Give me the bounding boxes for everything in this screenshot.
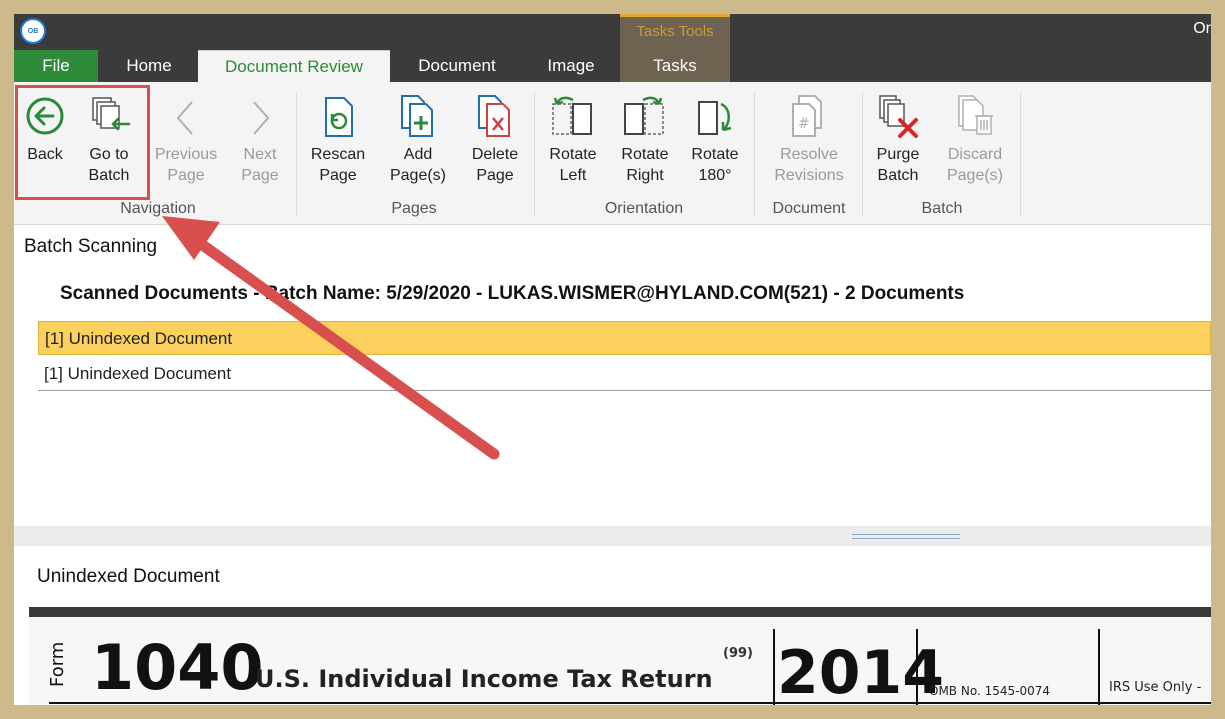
group-separator bbox=[1020, 92, 1021, 216]
chevron-right-icon bbox=[253, 101, 270, 135]
viewer-toolbar-strip bbox=[29, 607, 1211, 617]
next-page-button[interactable]: Next Page bbox=[234, 94, 286, 194]
batch-scanning-title: Batch Scanning bbox=[24, 236, 158, 257]
rotate-left-icon bbox=[552, 96, 592, 135]
rotate-180-button[interactable]: Rotate 180° bbox=[684, 94, 746, 194]
navigation-group-label: Navigation bbox=[120, 200, 196, 217]
form-title: U.S. Individual Income Tax Return bbox=[255, 665, 713, 693]
orientation-group-label: Orientation bbox=[604, 200, 684, 217]
rotate-180-label-1: Rotate bbox=[691, 146, 739, 163]
batch-header: Scanned Documents - Batch Name: 5/29/202… bbox=[60, 283, 965, 304]
title-bar: OB Or Tasks Tools File Home Document Rev… bbox=[14, 14, 1211, 83]
form-1040-image: Form 1040 U.S. Individual Income Tax Ret… bbox=[47, 629, 1211, 705]
tab-file[interactable]: File bbox=[14, 50, 98, 82]
purge-batch-icon bbox=[879, 95, 918, 138]
window-title: Or bbox=[1193, 20, 1211, 37]
document-group-label: Document bbox=[772, 200, 846, 217]
group-separator bbox=[534, 92, 535, 216]
discard-pages-label-2: Page(s) bbox=[946, 167, 1004, 184]
discard-pages-label-1: Discard bbox=[947, 146, 1003, 163]
rotate-180-icon bbox=[698, 101, 732, 135]
highlight-box bbox=[15, 85, 150, 200]
rotate-right-label-2: Right bbox=[626, 167, 664, 184]
discard-pages-icon bbox=[958, 95, 993, 135]
previous-page-label-2: Page bbox=[167, 167, 205, 184]
list-item-label: [1] Unindexed Document bbox=[45, 329, 233, 348]
group-separator bbox=[296, 92, 297, 216]
rotate-right-button[interactable]: Rotate Right bbox=[614, 94, 676, 194]
list-item[interactable]: [1] Unindexed Document bbox=[38, 357, 1211, 391]
resolve-revisions-button[interactable]: # Resolve Revisions bbox=[764, 94, 854, 194]
rescan-page-icon bbox=[325, 97, 353, 137]
form-number: 1040 bbox=[91, 631, 264, 704]
resolve-revisions-label-1: Resolve bbox=[780, 146, 838, 163]
tab-home[interactable]: Home bbox=[104, 50, 194, 82]
purge-batch-label-2: Batch bbox=[877, 167, 919, 184]
purge-batch-label-1: Purge bbox=[876, 146, 920, 163]
purge-batch-button[interactable]: Purge Batch bbox=[870, 94, 926, 194]
delete-page-label-2: Page bbox=[476, 167, 514, 184]
tab-image[interactable]: Image bbox=[524, 50, 618, 82]
rotate-left-label-2: Left bbox=[559, 167, 587, 184]
next-page-label-2: Page bbox=[241, 167, 279, 184]
rotate-right-icon bbox=[624, 96, 664, 135]
tab-tasks[interactable]: Tasks bbox=[620, 50, 730, 82]
ribbon: Back Go to Batch Previous Page Next Page… bbox=[14, 82, 1211, 225]
irs-use-only: IRS Use Only - bbox=[1109, 680, 1202, 695]
add-pages-label-1: Add bbox=[403, 146, 433, 163]
rescan-page-button[interactable]: Rescan Page bbox=[308, 94, 368, 194]
delete-page-icon bbox=[478, 95, 510, 137]
rotate-right-label-1: Rotate bbox=[621, 146, 669, 163]
batch-group-label: Batch bbox=[921, 200, 963, 217]
pages-group-label: Pages bbox=[391, 200, 437, 217]
delete-page-button[interactable]: Delete Page bbox=[462, 94, 528, 194]
viewer-title: Unindexed Document bbox=[37, 566, 220, 587]
splitter-handle[interactable] bbox=[852, 534, 960, 539]
form-code: (99) bbox=[723, 646, 753, 661]
group-separator bbox=[862, 92, 863, 216]
add-pages-label-2: Page(s) bbox=[389, 167, 447, 184]
discard-pages-button[interactable]: Discard Page(s) bbox=[940, 94, 1010, 194]
app-window: OB Or Tasks Tools File Home Document Rev… bbox=[14, 14, 1211, 705]
rotate-left-label-1: Rotate bbox=[549, 146, 597, 163]
pane-divider bbox=[14, 526, 1211, 546]
tab-document-review[interactable]: Document Review bbox=[198, 50, 390, 83]
group-separator bbox=[754, 92, 755, 216]
add-pages-button[interactable]: Add Page(s) bbox=[384, 94, 452, 194]
app-logo-icon[interactable]: OB bbox=[20, 18, 46, 44]
document-image: Form 1040 U.S. Individual Income Tax Ret… bbox=[29, 617, 1211, 705]
contextual-group-label: Tasks Tools bbox=[636, 23, 714, 40]
rescan-page-label-1: Rescan bbox=[310, 146, 366, 163]
previous-page-button[interactable]: Previous Page bbox=[150, 94, 222, 194]
delete-page-label-1: Delete bbox=[471, 146, 519, 163]
chevron-left-icon bbox=[176, 101, 193, 135]
form-word: Form bbox=[47, 642, 68, 687]
resolve-revisions-label-2: Revisions bbox=[774, 167, 844, 184]
tab-document[interactable]: Document bbox=[394, 50, 520, 82]
rotate-left-button[interactable]: Rotate Left bbox=[542, 94, 604, 194]
omb-number: OMB No. 1545-0074 bbox=[929, 684, 1050, 698]
list-item-label: [1] Unindexed Document bbox=[44, 364, 232, 383]
list-item[interactable]: [1] Unindexed Document bbox=[38, 321, 1211, 355]
previous-page-label-1: Previous bbox=[154, 146, 218, 163]
next-page-label-1: Next bbox=[243, 146, 277, 163]
add-page-icon bbox=[401, 95, 433, 137]
rescan-page-label-2: Page bbox=[319, 167, 357, 184]
resolve-revisions-icon: # bbox=[792, 95, 822, 137]
svg-text:#: # bbox=[798, 116, 810, 132]
rotate-180-label-2: 180° bbox=[698, 167, 732, 184]
form-year: 2014 bbox=[777, 638, 944, 705]
